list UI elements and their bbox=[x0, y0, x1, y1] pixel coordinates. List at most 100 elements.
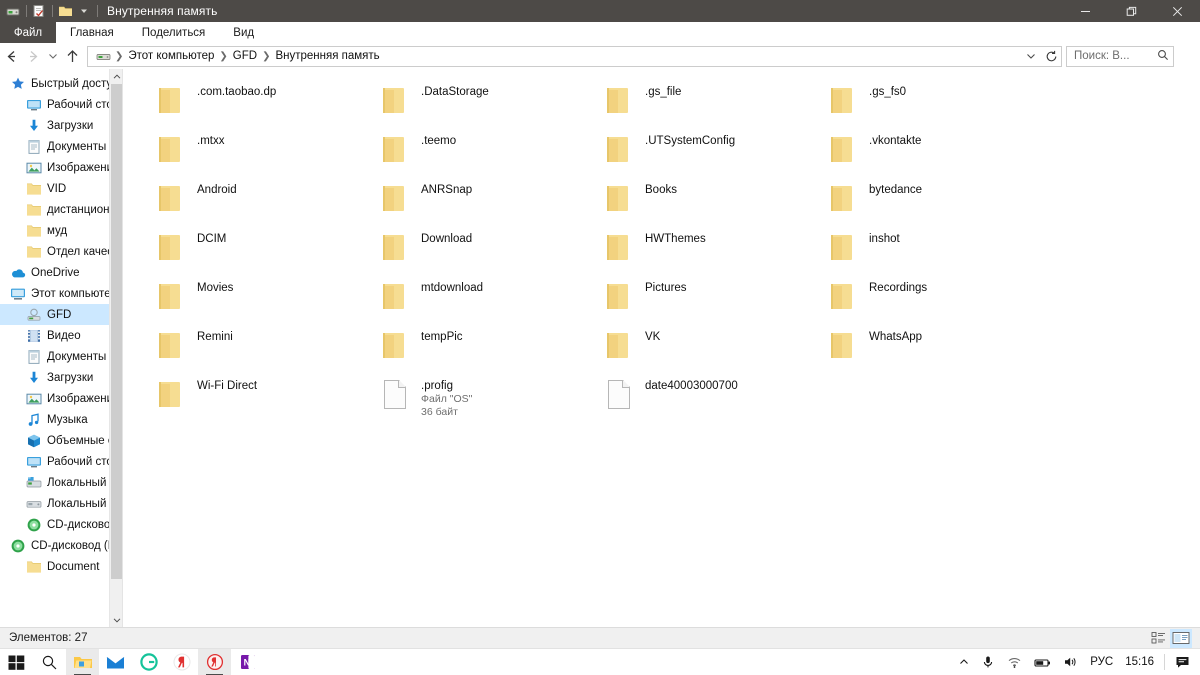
sidebar-item-21[interactable]: CD-дисковод (F bbox=[0, 514, 122, 535]
sidebar-item-10[interactable]: Этот компьютер bbox=[0, 283, 122, 304]
folder-item[interactable]: .teemo bbox=[377, 126, 582, 170]
folder-item[interactable]: .UTSystemConfig bbox=[601, 126, 806, 170]
up-button[interactable] bbox=[61, 45, 83, 67]
folder-item[interactable]: Remini bbox=[153, 322, 358, 366]
qat-drive-icon[interactable] bbox=[4, 2, 22, 20]
breadcrumb-separator-0[interactable]: ❯ bbox=[113, 51, 125, 62]
qat-customize-chevron-down-icon[interactable] bbox=[75, 2, 93, 20]
microphone-icon[interactable] bbox=[975, 649, 1001, 675]
search-input[interactable]: Поиск: В... bbox=[1066, 45, 1174, 67]
sidebar-item-19[interactable]: Локальный дис bbox=[0, 472, 122, 493]
folder-item[interactable]: mtdownload bbox=[377, 273, 582, 317]
wifi-icon[interactable] bbox=[1001, 649, 1028, 675]
folder-item[interactable]: .gs_fs0 bbox=[825, 77, 1030, 121]
nav-scroll-down-button[interactable] bbox=[110, 612, 122, 627]
folder-item[interactable]: VK bbox=[601, 322, 806, 366]
sidebar-item-12[interactable]: Видео bbox=[0, 325, 122, 346]
folder-item[interactable]: .DataStorage bbox=[377, 77, 582, 121]
folder-item[interactable]: inshot bbox=[825, 224, 1030, 268]
folder-item[interactable]: Recordings bbox=[825, 273, 1030, 317]
sidebar-item-4[interactable]: Изображени bbox=[0, 157, 122, 178]
sidebar-item-16[interactable]: Музыка bbox=[0, 409, 122, 430]
folder-item[interactable]: Books bbox=[601, 175, 806, 219]
sidebar-item-17[interactable]: Объемные объ bbox=[0, 430, 122, 451]
restore-button[interactable] bbox=[1108, 0, 1154, 22]
folder-item[interactable]: Download bbox=[377, 224, 582, 268]
sidebar-item-5[interactable]: VID bbox=[0, 178, 122, 199]
file-list-pane[interactable]: .com.taobao.dp .DataStorage .gs_file .gs_fs… bbox=[123, 69, 1200, 627]
file-explorer-taskbar-button[interactable] bbox=[66, 648, 99, 675]
folder-item[interactable]: HWThemes bbox=[601, 224, 806, 268]
sidebar-item-15[interactable]: Изображения bbox=[0, 388, 122, 409]
sidebar-item-11[interactable]: GFD bbox=[0, 304, 122, 325]
large-icons-view-button[interactable] bbox=[1170, 628, 1192, 648]
details-view-button[interactable] bbox=[1148, 629, 1170, 648]
breadcrumb-separator-1[interactable]: ❯ bbox=[217, 51, 229, 62]
sidebar-item-20[interactable]: Локальный дис bbox=[0, 493, 122, 514]
back-button[interactable] bbox=[0, 45, 22, 67]
yandex-browser-taskbar-button[interactable] bbox=[198, 648, 231, 675]
onenote-taskbar-button[interactable]: N bbox=[231, 649, 264, 675]
sidebar-item-23[interactable]: Document bbox=[0, 556, 122, 577]
qat-new-folder-icon[interactable] bbox=[56, 2, 74, 20]
folder-item[interactable]: Pictures bbox=[601, 273, 806, 317]
notification-center-icon[interactable] bbox=[1169, 649, 1196, 675]
folder-item[interactable]: ANRSnap bbox=[377, 175, 582, 219]
breadcrumb-separator-2[interactable]: ❯ bbox=[260, 51, 272, 62]
mail-taskbar-button[interactable] bbox=[99, 649, 132, 675]
folder-item[interactable]: .com.taobao.dp bbox=[153, 77, 358, 121]
sidebar-item-8[interactable]: Отдел качества bbox=[0, 241, 122, 262]
tab-share[interactable]: Поделиться bbox=[128, 22, 220, 43]
folder-item[interactable]: .mtxx bbox=[153, 126, 358, 170]
sidebar-item-22[interactable]: CD-дисковод (F:) bbox=[0, 535, 122, 556]
folder-item[interactable]: Android bbox=[153, 175, 358, 219]
address-bar[interactable]: ❯ Этот компьютер ❯ GFD ❯ Внутренняя памя… bbox=[87, 45, 1062, 67]
start-button[interactable] bbox=[0, 649, 33, 675]
close-button[interactable] bbox=[1154, 0, 1200, 22]
sidebar-item-9[interactable]: OneDrive bbox=[0, 262, 122, 283]
sidebar-item-13[interactable]: Документы bbox=[0, 346, 122, 367]
minimize-button[interactable] bbox=[1062, 0, 1108, 22]
search-icon[interactable] bbox=[1157, 49, 1169, 64]
folder-item[interactable]: bytedance bbox=[825, 175, 1030, 219]
sidebar-item-3[interactable]: Документы bbox=[0, 136, 122, 157]
tab-home[interactable]: Главная bbox=[56, 22, 128, 43]
clock[interactable]: 15:16 bbox=[1119, 656, 1160, 668]
folder-item[interactable]: .gs_file bbox=[601, 77, 806, 121]
recent-locations-chevron-down-icon[interactable] bbox=[44, 45, 61, 67]
sidebar-item-14[interactable]: Загрузки bbox=[0, 367, 122, 388]
folder-item[interactable]: DCIM bbox=[153, 224, 358, 268]
sidebar-item-0[interactable]: Быстрый доступ bbox=[0, 73, 122, 94]
tray-expand-chevron-up-icon[interactable] bbox=[953, 649, 975, 675]
folder-item[interactable]: Movies bbox=[153, 273, 358, 317]
battery-icon[interactable] bbox=[1028, 649, 1057, 675]
forward-button[interactable] bbox=[22, 45, 44, 67]
grammarly-taskbar-button[interactable] bbox=[132, 649, 165, 675]
address-dropdown-chevron-down-icon[interactable] bbox=[1021, 47, 1041, 66]
folder-item[interactable]: tempPic bbox=[377, 322, 582, 366]
refresh-icon[interactable] bbox=[1041, 47, 1061, 66]
file-item[interactable]: .profig Файл "OS" 36 байт bbox=[377, 371, 582, 418]
breadcrumb-item-2[interactable]: Внутренняя память bbox=[272, 49, 382, 63]
search-taskbar-button[interactable] bbox=[33, 649, 66, 675]
sidebar-item-18[interactable]: Рабочий стол bbox=[0, 451, 122, 472]
tab-view[interactable]: Вид bbox=[219, 22, 268, 43]
volume-icon[interactable] bbox=[1057, 649, 1084, 675]
nav-scroll-up-button[interactable] bbox=[110, 69, 122, 84]
navigation-pane-scrollbar[interactable] bbox=[109, 69, 122, 627]
breadcrumb-item-1[interactable]: GFD bbox=[230, 49, 260, 63]
tab-file[interactable]: Файл bbox=[0, 22, 56, 43]
sidebar-item-1[interactable]: Рабочий сто bbox=[0, 94, 122, 115]
file-item[interactable]: date40003000700 bbox=[601, 371, 806, 415]
qat-properties-icon[interactable] bbox=[30, 2, 48, 20]
folder-item[interactable]: .vkontakte bbox=[825, 126, 1030, 170]
sidebar-item-2[interactable]: Загрузки bbox=[0, 115, 122, 136]
nav-scroll-thumb[interactable] bbox=[111, 84, 122, 579]
breadcrumb-drive-icon[interactable] bbox=[93, 47, 113, 66]
language-indicator[interactable]: РУС bbox=[1084, 656, 1119, 668]
yandex-taskbar-button[interactable] bbox=[165, 649, 198, 675]
breadcrumb-item-0[interactable]: Этот компьютер bbox=[125, 49, 217, 63]
sidebar-item-6[interactable]: дистанционка bbox=[0, 199, 122, 220]
folder-item[interactable]: Wi-Fi Direct bbox=[153, 371, 358, 415]
sidebar-item-7[interactable]: муд bbox=[0, 220, 122, 241]
